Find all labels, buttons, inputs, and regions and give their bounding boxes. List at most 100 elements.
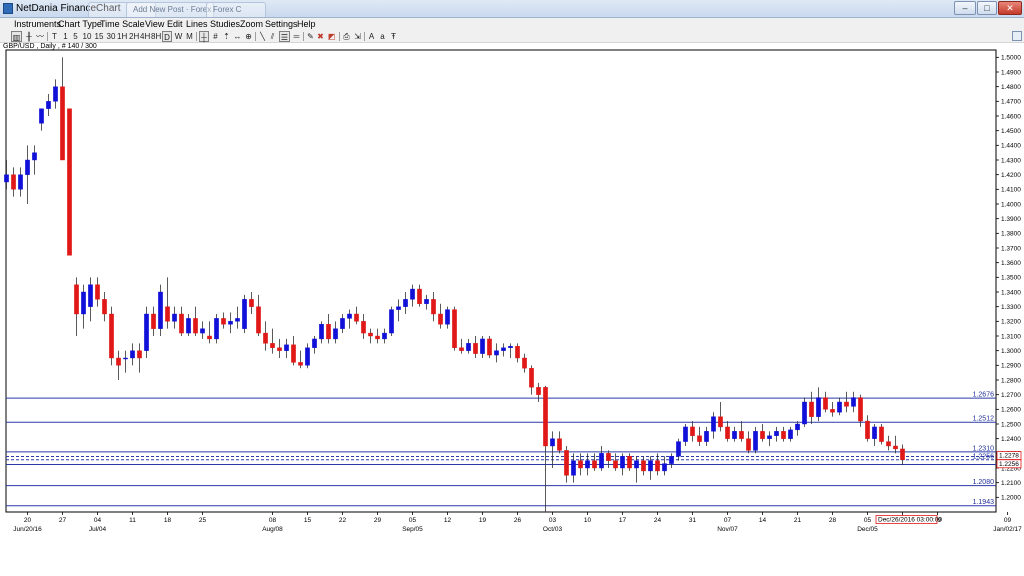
candle-down <box>879 424 884 445</box>
menu-lines[interactable]: Lines <box>186 18 208 31</box>
menu-view[interactable]: View <box>145 18 164 31</box>
y-tick-label: 1.4400 <box>1001 143 1021 150</box>
candle-body <box>277 347 282 351</box>
x-tick-day: 09 <box>1004 517 1012 524</box>
menu-chart-type[interactable]: Chart Type <box>58 18 102 31</box>
scroll-icon[interactable]: ↔ <box>233 31 242 42</box>
browser-tab-2[interactable]: Add New Post · Forex C <box>126 2 214 17</box>
delete-drawing-icon[interactable]: ✖ <box>316 31 325 42</box>
line-value-label: 1.2080 <box>973 479 995 486</box>
candle-down <box>151 306 156 336</box>
menu-instruments[interactable]: Instruments <box>14 18 61 31</box>
timescale-15m[interactable]: 15 <box>94 31 104 42</box>
timescale-2h[interactable]: 2H <box>129 31 139 42</box>
timescale-daily-selected[interactable]: D <box>162 31 172 42</box>
x-tick-day: 29 <box>374 517 382 524</box>
menu-studies[interactable]: Studies <box>210 18 240 31</box>
candle-body <box>354 313 359 322</box>
export-icon[interactable]: ⇲ <box>353 31 362 42</box>
crosshair-icon[interactable]: ┼ <box>199 31 209 42</box>
candle-up <box>816 387 821 422</box>
candle-up <box>340 314 345 334</box>
candle-body <box>718 416 723 428</box>
x-tick-day: 04 <box>94 517 102 524</box>
candle-down <box>746 431 751 454</box>
pencil-icon[interactable]: ✎ <box>306 31 315 42</box>
candle-down <box>739 421 744 442</box>
hline-icon[interactable]: ═ <box>292 31 301 42</box>
candle-body <box>753 431 758 451</box>
timescale-1m[interactable]: 1 <box>62 31 69 42</box>
menu-edit[interactable]: Edit <box>167 18 183 31</box>
candle-down <box>522 353 527 373</box>
candle-up <box>501 343 506 357</box>
candle-down <box>718 402 723 432</box>
maximize-button[interactable]: □ <box>977 1 997 15</box>
menu-settings[interactable]: Settings <box>265 18 298 31</box>
timescale-5m[interactable]: 5 <box>72 31 79 42</box>
candle-body <box>46 101 51 109</box>
candle-down <box>823 391 828 413</box>
candle-up <box>396 299 401 322</box>
browser-tab-3[interactable]: Forex C <box>206 2 266 17</box>
candle-down <box>354 306 359 325</box>
x-tick-day: 07 <box>724 517 732 524</box>
price-chart[interactable]: 1.26761.25121.23101.22561.20801.1943 1.2… <box>0 42 1024 576</box>
candle-chart-icon[interactable]: ╫ <box>24 31 34 42</box>
candle-body <box>886 441 891 447</box>
chart-grid <box>5 49 997 513</box>
candle-down <box>95 277 100 307</box>
candle-body <box>466 343 471 351</box>
y-tick-label: 1.2000 <box>1001 495 1021 502</box>
channel-icon[interactable]: ⫽ <box>268 31 277 42</box>
menu-zoom[interactable]: Zoom <box>240 18 263 31</box>
timescale-monthly[interactable]: M <box>185 31 194 42</box>
x-tick-day: 21 <box>794 517 802 524</box>
timescale-10m[interactable]: 10 <box>82 31 92 42</box>
timescale-30m[interactable]: 30 <box>106 31 116 42</box>
close-button[interactable]: ✕ <box>998 1 1022 15</box>
trendline-icon[interactable]: ╲ <box>258 31 267 42</box>
fibonacci-icon[interactable]: ☰ <box>279 31 290 42</box>
cursor-icon[interactable]: ⇡ <box>222 31 231 42</box>
candle-body <box>438 313 443 325</box>
print-icon[interactable]: ⎙ <box>342 31 351 42</box>
y-tick-label: 1.5000 <box>1001 55 1021 62</box>
menu-help[interactable]: Help <box>297 18 316 31</box>
indicator-icon[interactable]: Ŧ <box>389 31 398 42</box>
candle-body <box>319 324 324 340</box>
candle-body <box>235 318 240 322</box>
font-decrease-icon[interactable]: a <box>378 31 387 42</box>
line-chart-icon[interactable]: 〰 <box>35 31 45 42</box>
x-tick-day: 17 <box>619 517 627 524</box>
minimize-button[interactable]: – <box>954 1 976 15</box>
candle-up <box>172 306 177 329</box>
y-tick-label: 1.4100 <box>1001 187 1021 194</box>
timescale-tick[interactable]: T <box>51 31 58 42</box>
candle-body <box>830 409 835 413</box>
timescale-4h[interactable]: 4H <box>140 31 150 42</box>
x-tick-day: 11 <box>129 517 136 524</box>
candle-up <box>242 294 247 334</box>
bar-chart-icon[interactable]: ▥ <box>11 31 22 42</box>
timescale-weekly[interactable]: W <box>174 31 183 42</box>
candle-body <box>774 431 779 436</box>
candle-down <box>893 435 898 454</box>
zoom-icon[interactable]: ⊕ <box>244 31 253 42</box>
grid-icon[interactable]: # <box>211 31 220 42</box>
candle-down <box>830 402 835 417</box>
timescale-8h[interactable]: 8H <box>151 31 161 42</box>
font-increase-icon[interactable]: A <box>367 31 376 42</box>
x-tick-day: 24 <box>654 517 662 524</box>
timescale-1h[interactable]: 1H <box>117 31 127 42</box>
menu-time-scale[interactable]: Time Scale <box>100 18 145 31</box>
candle-body <box>60 86 65 161</box>
candle-down <box>781 426 786 442</box>
candle-down <box>606 450 611 468</box>
candle-body <box>725 426 730 439</box>
candle-up <box>669 453 674 468</box>
candle-down <box>207 321 212 344</box>
panel-toggle-icon[interactable] <box>1012 31 1022 41</box>
y-tick-label: 1.4300 <box>1001 157 1021 164</box>
color-picker-icon[interactable]: ◩ <box>327 31 336 42</box>
